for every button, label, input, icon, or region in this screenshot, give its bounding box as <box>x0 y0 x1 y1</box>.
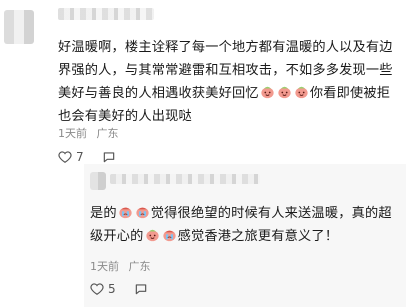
peach-face-emoji <box>260 84 275 99</box>
crying-face-emoji <box>135 204 150 219</box>
reply-reply-button[interactable] <box>134 282 152 296</box>
reply-button[interactable] <box>102 150 120 164</box>
comment-meta: 1天前 广东 <box>58 125 125 141</box>
like-count: 7 <box>76 150 84 164</box>
reply-text: 感觉香港之旅更有意义了！ <box>177 229 339 244</box>
reply-location: 广东 <box>128 260 151 273</box>
reply-like-button[interactable]: 5 <box>90 282 116 296</box>
crying-face-emoji <box>162 227 177 242</box>
reply-actions: 5 <box>90 282 170 296</box>
peach-face-emoji <box>294 84 309 99</box>
heart-icon <box>58 151 72 163</box>
reply-like-count: 5 <box>108 282 116 296</box>
avatar[interactable] <box>4 10 34 44</box>
peach-face-emoji <box>277 84 292 99</box>
comment-time: 1天前 <box>58 127 87 140</box>
peach-face-emoji <box>145 227 160 242</box>
reply-meta: 1天前 广东 <box>90 258 157 274</box>
crying-face-emoji <box>118 204 133 219</box>
comment-location: 广东 <box>96 127 119 140</box>
reply-body: 是的 觉得很绝望的时候有人来送温暖，真的超级开心的 感觉香港之旅更有意义了！ <box>90 202 398 248</box>
reply-icon <box>135 284 146 295</box>
heart-icon <box>90 283 104 295</box>
reply-username-redacted[interactable] <box>110 174 260 184</box>
username-redacted[interactable] <box>58 8 154 20</box>
reply-time: 1天前 <box>90 260 119 273</box>
reply-text: 是的 <box>90 206 117 221</box>
comment-actions: 7 <box>58 150 138 164</box>
like-button[interactable]: 7 <box>58 150 84 164</box>
reply-avatar[interactable] <box>90 172 106 190</box>
reply-icon <box>103 152 114 163</box>
comment-body: 好温暖啊，楼主诠释了每一个地方都有温暖的人以及有边界强的人，与其常常避雷和互相攻… <box>58 36 398 128</box>
